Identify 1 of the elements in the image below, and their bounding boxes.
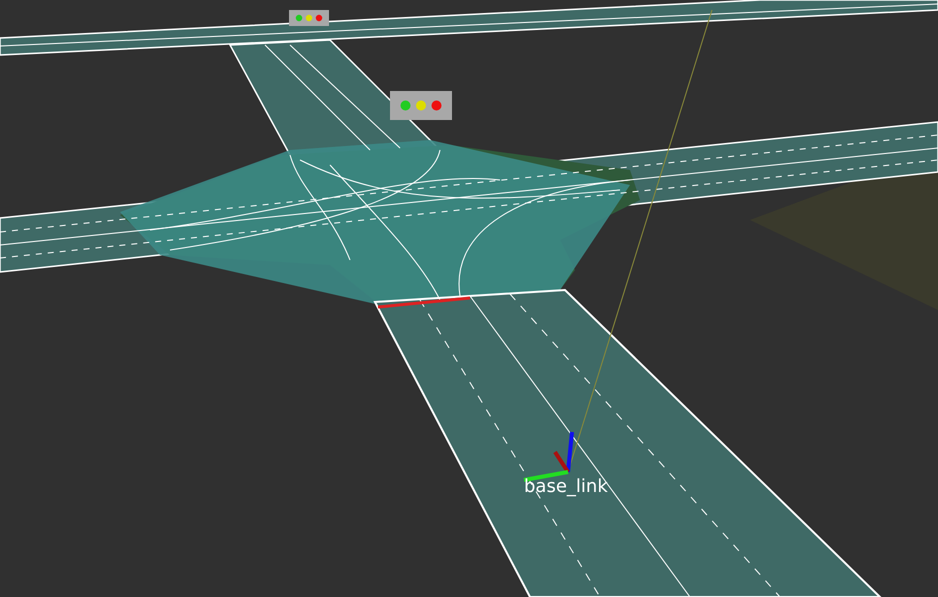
frame-label: base_link [524,476,608,497]
